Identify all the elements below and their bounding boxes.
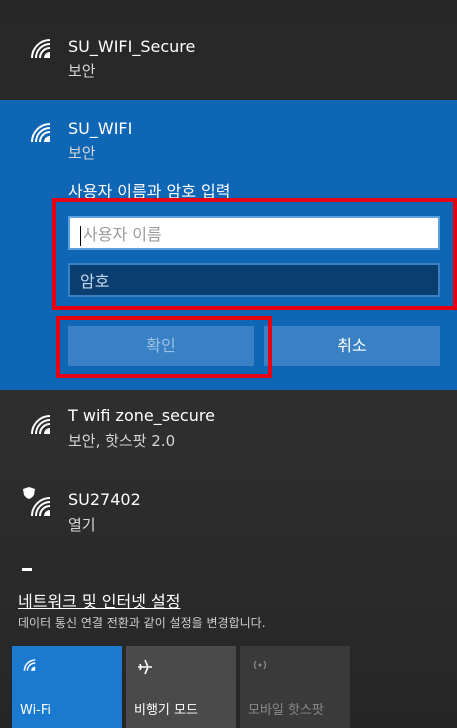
network-name: SU_WIFI_Secure xyxy=(68,37,196,56)
network-status: 열기 xyxy=(68,516,96,534)
network-item-t-wifi-zone-secure[interactable]: T wifi zone_secure 보안, 핫스팟 2.0 xyxy=(0,400,457,460)
network-settings-description: 데이터 통신 연결 전환과 같이 설정을 변경합니다. xyxy=(18,616,266,630)
network-status: 보안 xyxy=(68,144,96,162)
password-placeholder: 암호 xyxy=(80,272,110,291)
username-input[interactable]: 사용자 이름 xyxy=(68,216,440,250)
wifi-signal-icon xyxy=(31,123,51,143)
more-indicator xyxy=(22,568,32,571)
airplane-icon xyxy=(138,659,152,675)
network-settings-link[interactable]: 네트워크 및 인터넷 설정 xyxy=(18,588,180,612)
tile-label: 비행기 모드 xyxy=(134,703,198,718)
network-name: T wifi zone_secure xyxy=(68,406,215,425)
airplane-mode-tile[interactable]: 비행기 모드 xyxy=(126,646,236,728)
network-item-su-wifi-secure[interactable]: SU_WIFI_Secure 보안 xyxy=(0,30,457,90)
network-item-su27402[interactable]: SU27402 열기 xyxy=(0,484,457,544)
tile-label: 모바일 핫스팟 xyxy=(248,703,324,718)
text-caret xyxy=(80,225,81,246)
ok-button[interactable]: 확인 xyxy=(68,326,254,366)
password-input[interactable]: 암호 xyxy=(68,263,440,297)
credentials-prompt: 사용자 이름과 암호 입력 xyxy=(68,182,231,201)
open-network-shield-icon xyxy=(23,487,35,499)
wifi-toggle-tile[interactable]: Wi-Fi xyxy=(12,646,122,728)
wifi-icon xyxy=(23,659,36,671)
username-placeholder: 사용자 이름 xyxy=(83,225,162,244)
tile-label: Wi-Fi xyxy=(20,703,52,718)
wifi-signal-icon xyxy=(31,415,51,435)
network-name: SU27402 xyxy=(68,490,141,509)
wifi-signal-icon xyxy=(31,39,51,59)
network-status: 보안 xyxy=(68,62,96,80)
cancel-button[interactable]: 취소 xyxy=(264,326,440,366)
hotspot-icon xyxy=(253,660,267,670)
network-name: SU_WIFI xyxy=(68,119,133,138)
network-item-su-wifi[interactable]: SU_WIFI 보안 xyxy=(0,112,457,172)
network-status: 보안, 핫스팟 2.0 xyxy=(68,432,176,450)
mobile-hotspot-tile[interactable]: 모바일 핫스팟 xyxy=(240,646,350,728)
